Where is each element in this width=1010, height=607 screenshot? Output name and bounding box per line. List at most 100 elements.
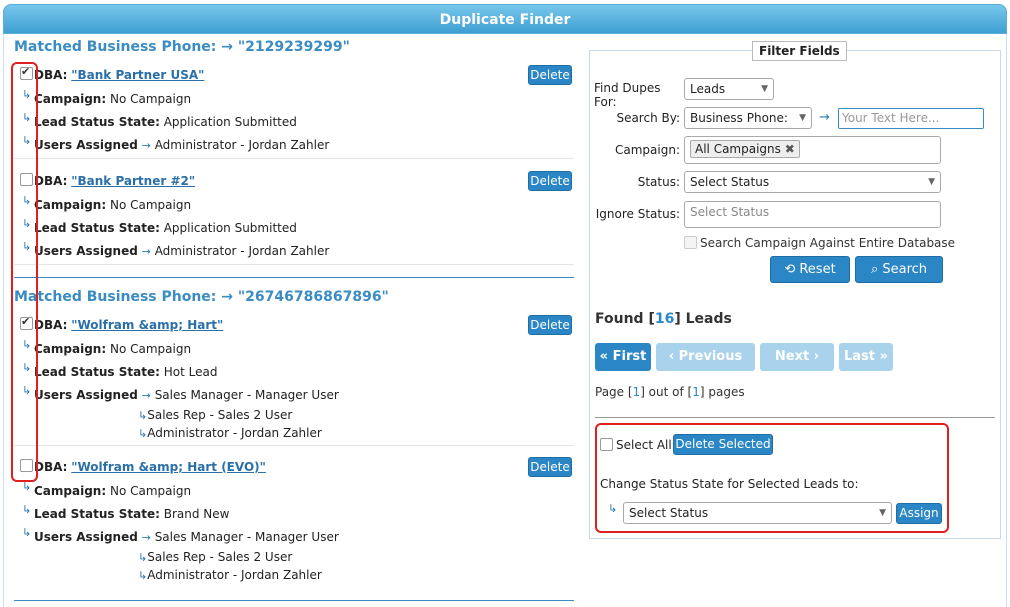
previous-label: Previous [678, 349, 743, 364]
group-heading: Matched Business Phone: → "2129239299" [14, 39, 350, 55]
status-label: Lead Status State: [34, 221, 160, 235]
group-heading-label: Matched Business Phone: → [14, 289, 238, 305]
search-icon: ⌕ [870, 262, 879, 277]
page-text: ] pages [699, 385, 745, 399]
users-label: Users Assigned [34, 530, 138, 544]
filter-legend: Filter Fields [752, 41, 847, 61]
reset-button[interactable]: ⟲ Reset [770, 256, 850, 283]
dba-label: DBA: [34, 174, 68, 188]
assigned-user: Sales Manager - Manager User [154, 530, 339, 544]
status-value: Select Status [690, 175, 770, 189]
sub-arrow-icon: ↳ [22, 526, 32, 539]
found-count-text: Found [16] Leads [595, 311, 732, 327]
bulk-actions-highlight [595, 423, 949, 533]
first-page-button[interactable]: « First [595, 343, 651, 371]
sub-arrow-icon: ↳ [138, 551, 148, 564]
ignore-status-label: Ignore Status: [595, 207, 680, 221]
campaign-label: Campaign: [615, 143, 680, 157]
campaign-label: Campaign: [34, 342, 107, 356]
dba-link[interactable]: "Bank Partner #2" [71, 174, 195, 188]
search-button[interactable]: ⌕ Search [855, 256, 943, 283]
lead-record: DBA: "Bank Partner USA" Delete ↳ Campaig… [14, 62, 574, 172]
status-label: Lead Status State: [34, 365, 160, 379]
campaign-chip-label: All Campaigns [695, 142, 781, 156]
dba-label: DBA: [34, 318, 68, 332]
caret-down-icon: ▼ [761, 84, 768, 94]
campaign-label: Campaign: [34, 92, 107, 106]
find-dupes-label: Find Dupes For: [594, 81, 661, 109]
dba-label: DBA: [34, 68, 68, 82]
reset-label: Reset [799, 262, 836, 277]
arrow-right-icon: → [819, 110, 830, 125]
double-chevron-right-icon: » [879, 349, 888, 364]
search-entire-label: Search Campaign Against Entire Database [700, 236, 956, 250]
campaign-value: No Campaign [109, 484, 192, 498]
status-value: Application Submitted [163, 115, 297, 129]
arrow-right-icon: → [141, 531, 151, 544]
assigned-user: Sales Rep - Sales 2 User [147, 550, 293, 564]
find-dupes-select[interactable]: Leads ▼ [684, 78, 774, 100]
divider [14, 158, 574, 159]
found-suffix: ] Leads [674, 311, 732, 327]
found-prefix: Found [ [595, 311, 655, 327]
sub-arrow-icon: ↳ [22, 503, 32, 516]
group-heading: Matched Business Phone: → "2674678686789… [14, 289, 389, 305]
status-label: Lead Status State: [34, 115, 160, 129]
found-count: 16 [654, 311, 675, 327]
dba-link[interactable]: "Wolfram &amp; Hart" [71, 318, 223, 332]
status-label: Status: [637, 175, 680, 189]
arrow-right-icon: → [141, 389, 151, 402]
dba-link[interactable]: "Bank Partner USA" [71, 68, 204, 82]
campaign-label: Campaign: [34, 484, 107, 498]
assigned-user: Administrator - Jordan Zahler [154, 244, 330, 258]
chevron-left-icon: ‹ [668, 349, 675, 364]
sub-arrow-icon: ↳ [138, 427, 148, 440]
search-by-value: Business Phone: [690, 111, 788, 125]
search-text-input[interactable]: Your Text Here... [838, 108, 984, 129]
dba-label: DBA: [34, 460, 68, 474]
last-page-button[interactable]: Last » [839, 343, 893, 371]
previous-page-button[interactable]: ‹ Previous [656, 343, 755, 371]
status-label: Lead Status State: [34, 507, 160, 521]
group-heading-label: Matched Business Phone: → [14, 39, 238, 55]
lead-record: DBA: "Wolfram &amp; Hart (EVO)" Delete ↳… [14, 454, 574, 599]
status-select[interactable]: Select Status ▼ [684, 171, 941, 193]
campaign-value: No Campaign [109, 92, 192, 106]
reset-icon: ⟲ [784, 262, 796, 277]
campaign-value: No Campaign [109, 342, 192, 356]
delete-button[interactable]: Delete [528, 65, 572, 85]
delete-button[interactable]: Delete [528, 457, 572, 477]
lead-record: DBA: "Wolfram &amp; Hart" Delete ↳ Campa… [14, 312, 574, 452]
status-value: Application Submitted [163, 221, 297, 235]
users-label: Users Assigned [34, 244, 138, 258]
campaign-label: Campaign: [34, 198, 107, 212]
group-heading-phone: "2129239299" [237, 39, 350, 55]
remove-chip-icon[interactable]: ✖ [785, 142, 795, 156]
dba-link[interactable]: "Wolfram &amp; Hart (EVO)" [71, 460, 266, 474]
campaign-multiselect[interactable]: All Campaigns ✖ [684, 136, 941, 164]
search-by-select[interactable]: Business Phone: ▼ [684, 107, 812, 129]
caret-down-icon: ▼ [799, 113, 806, 123]
page-info: Page [1] out of [1] pages [595, 385, 745, 399]
checkbox-highlight [11, 62, 38, 482]
search-label: Search [882, 262, 928, 277]
divider [14, 445, 574, 446]
assigned-user: Administrator - Jordan Zahler [147, 568, 322, 582]
divider [14, 264, 574, 265]
ignore-status-input[interactable]: Select Status [684, 201, 941, 228]
assigned-user: Sales Manager - Manager User [154, 388, 339, 402]
search-entire-checkbox[interactable] [684, 236, 697, 249]
group-divider [14, 277, 574, 278]
delete-button[interactable]: Delete [528, 315, 572, 335]
arrow-right-icon: → [141, 245, 151, 258]
duplicates-list: Matched Business Phone: → "2129239299" D… [14, 36, 580, 607]
next-page-button[interactable]: Next › [760, 343, 834, 371]
delete-button[interactable]: Delete [528, 171, 572, 191]
status-value: Brand New [163, 507, 230, 521]
users-label: Users Assigned [34, 388, 138, 402]
assigned-user: Sales Rep - Sales 2 User [147, 408, 293, 422]
chevron-right-icon: › [813, 349, 820, 364]
lead-record: DBA: "Bank Partner #2" Delete ↳ Campaign… [14, 168, 574, 278]
results-divider [595, 417, 995, 418]
users-label: Users Assigned [34, 138, 138, 152]
